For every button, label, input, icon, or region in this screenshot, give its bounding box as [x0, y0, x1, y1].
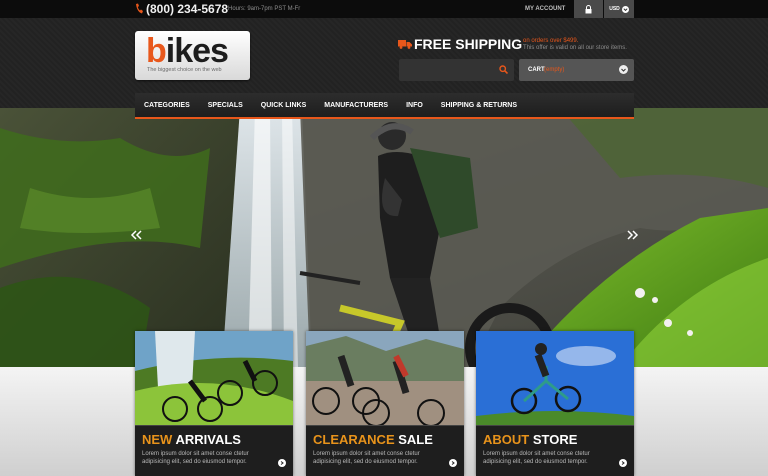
lock-icon	[585, 4, 592, 13]
card-title: ABOUT STORE	[483, 432, 578, 447]
promo-card-new-arrivals[interactable]: NEW ARRIVALS Lorem ipsum dolor sit amet …	[135, 331, 293, 476]
free-shipping-title: FREE SHIPPING	[414, 36, 523, 52]
currency-label: USD	[609, 6, 620, 12]
card-text: Lorem ipsum dolor sit amet conse ctetur …	[142, 451, 249, 465]
card-image	[135, 331, 293, 426]
chevron-down-icon	[619, 65, 628, 74]
hero-image	[0, 108, 768, 367]
logo[interactable]: bikes The biggest choice on the web	[135, 31, 250, 80]
phone-icon	[136, 3, 143, 14]
cart-label: CART	[528, 67, 545, 73]
shipping-threshold: on orders over $499.	[523, 38, 579, 44]
promo-card-clearance-sale[interactable]: CLEARANCE SALE Lorem ipsum dolor sit ame…	[306, 331, 464, 476]
arrow-right-circle-icon[interactable]	[449, 459, 457, 467]
arrow-left-icon[interactable]	[129, 228, 143, 242]
cart-status: (empty)	[544, 67, 565, 73]
top-bar: (800) 234-5678 Hours: 9am-7pm PST M-Fr M…	[0, 0, 768, 18]
arrow-right-circle-icon[interactable]	[278, 459, 286, 467]
nav-item-shipping-returns[interactable]: SHIPPING & RETURNS	[432, 101, 526, 110]
main-nav: CATEGORIES SPECIALS QUICK LINKS MANUFACT…	[135, 93, 634, 119]
nav-item-specials[interactable]: SPECIALS	[199, 101, 252, 110]
card-image	[306, 331, 464, 426]
logo-tagline: The biggest choice on the web	[147, 67, 222, 73]
card-image	[476, 331, 634, 426]
arrow-right-circle-icon[interactable]	[619, 459, 627, 467]
nav-item-quick-links[interactable]: QUICK LINKS	[252, 101, 316, 110]
card-title: NEW ARRIVALS	[142, 432, 241, 447]
login-button[interactable]	[574, 0, 603, 18]
arrow-right-icon[interactable]	[625, 228, 639, 242]
nav-item-categories[interactable]: CATEGORIES	[135, 101, 199, 110]
search-icon[interactable]	[499, 65, 508, 74]
shipping-note: This offer is valid on all our store ite…	[523, 45, 627, 51]
promo-card-about-store[interactable]: ABOUT STORE Lorem ipsum dolor sit amet c…	[476, 331, 634, 476]
logo-wordmark: bikes	[146, 32, 229, 70]
my-account-link[interactable]: MY ACCOUNT	[525, 5, 565, 13]
search-input[interactable]	[399, 59, 514, 81]
truck-icon	[398, 40, 412, 49]
chevron-down-icon	[621, 5, 629, 13]
hours-text: Hours: 9am-7pm PST M-Fr	[228, 6, 301, 12]
card-title: CLEARANCE SALE	[313, 432, 433, 447]
hero-slider[interactable]	[0, 108, 768, 367]
card-text: Lorem ipsum dolor sit amet conse ctetur …	[483, 451, 590, 465]
card-text: Lorem ipsum dolor sit amet conse ctetur …	[313, 451, 420, 465]
currency-select[interactable]: USD	[604, 0, 634, 18]
nav-item-manufacturers[interactable]: MANUFACTURERS	[315, 101, 397, 110]
cart-dropdown[interactable]: CART (empty)	[519, 59, 634, 81]
phone-number: (800) 234-5678	[146, 2, 229, 16]
nav-item-info[interactable]: INFO	[397, 101, 432, 110]
